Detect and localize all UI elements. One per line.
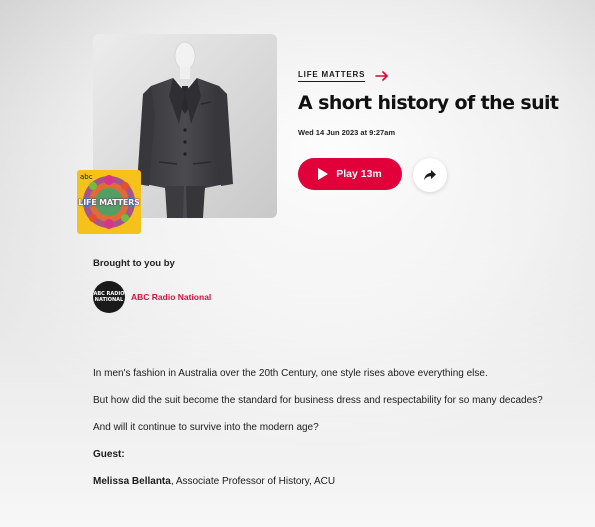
play-icon	[318, 168, 329, 180]
episode-date: Wed 14 Jun 2023 at 9:27am	[298, 128, 395, 137]
program-logo[interactable]: abc LIFE MATTERS	[77, 170, 141, 234]
abc-rn-logo-icon: ABC RADIO NATIONAL	[93, 291, 125, 303]
description-paragraph: But how did the suit become the standard…	[93, 395, 543, 406]
play-button-label: Play 13m	[336, 168, 382, 180]
play-button[interactable]: Play 13m	[298, 158, 402, 190]
guest-name: Melissa Bellanta	[93, 476, 171, 487]
description-paragraph: In men's fashion in Australia over the 2…	[93, 368, 488, 379]
abc-logo-icon: abc	[80, 173, 93, 181]
share-icon	[424, 169, 436, 180]
arrow-right-icon	[375, 71, 389, 81]
program-link[interactable]: LIFE MATTERS	[298, 70, 389, 82]
share-button[interactable]	[413, 158, 447, 192]
description-paragraph: And will it continue to survive into the…	[93, 422, 319, 433]
brought-to-you-label: Brought to you by	[93, 258, 175, 269]
program-logo-text: LIFE MATTERS	[78, 198, 140, 207]
guest-label: Guest:	[93, 449, 125, 460]
station-link[interactable]: ABC RADIO NATIONAL ABC Radio National	[93, 281, 211, 313]
guest-heading: Guest:	[93, 448, 568, 462]
guest-line: Melissa Bellanta, Associate Professor of…	[93, 475, 568, 489]
episode-description: In men's fashion in Australia over the 2…	[93, 367, 568, 502]
avatar: ABC RADIO NATIONAL	[93, 281, 125, 313]
program-link-label[interactable]: LIFE MATTERS	[298, 70, 366, 82]
episode-title: A short history of the suit	[298, 92, 559, 114]
station-name-link[interactable]: ABC Radio National	[131, 292, 211, 302]
guest-role: , Associate Professor of History, ACU	[170, 476, 336, 487]
